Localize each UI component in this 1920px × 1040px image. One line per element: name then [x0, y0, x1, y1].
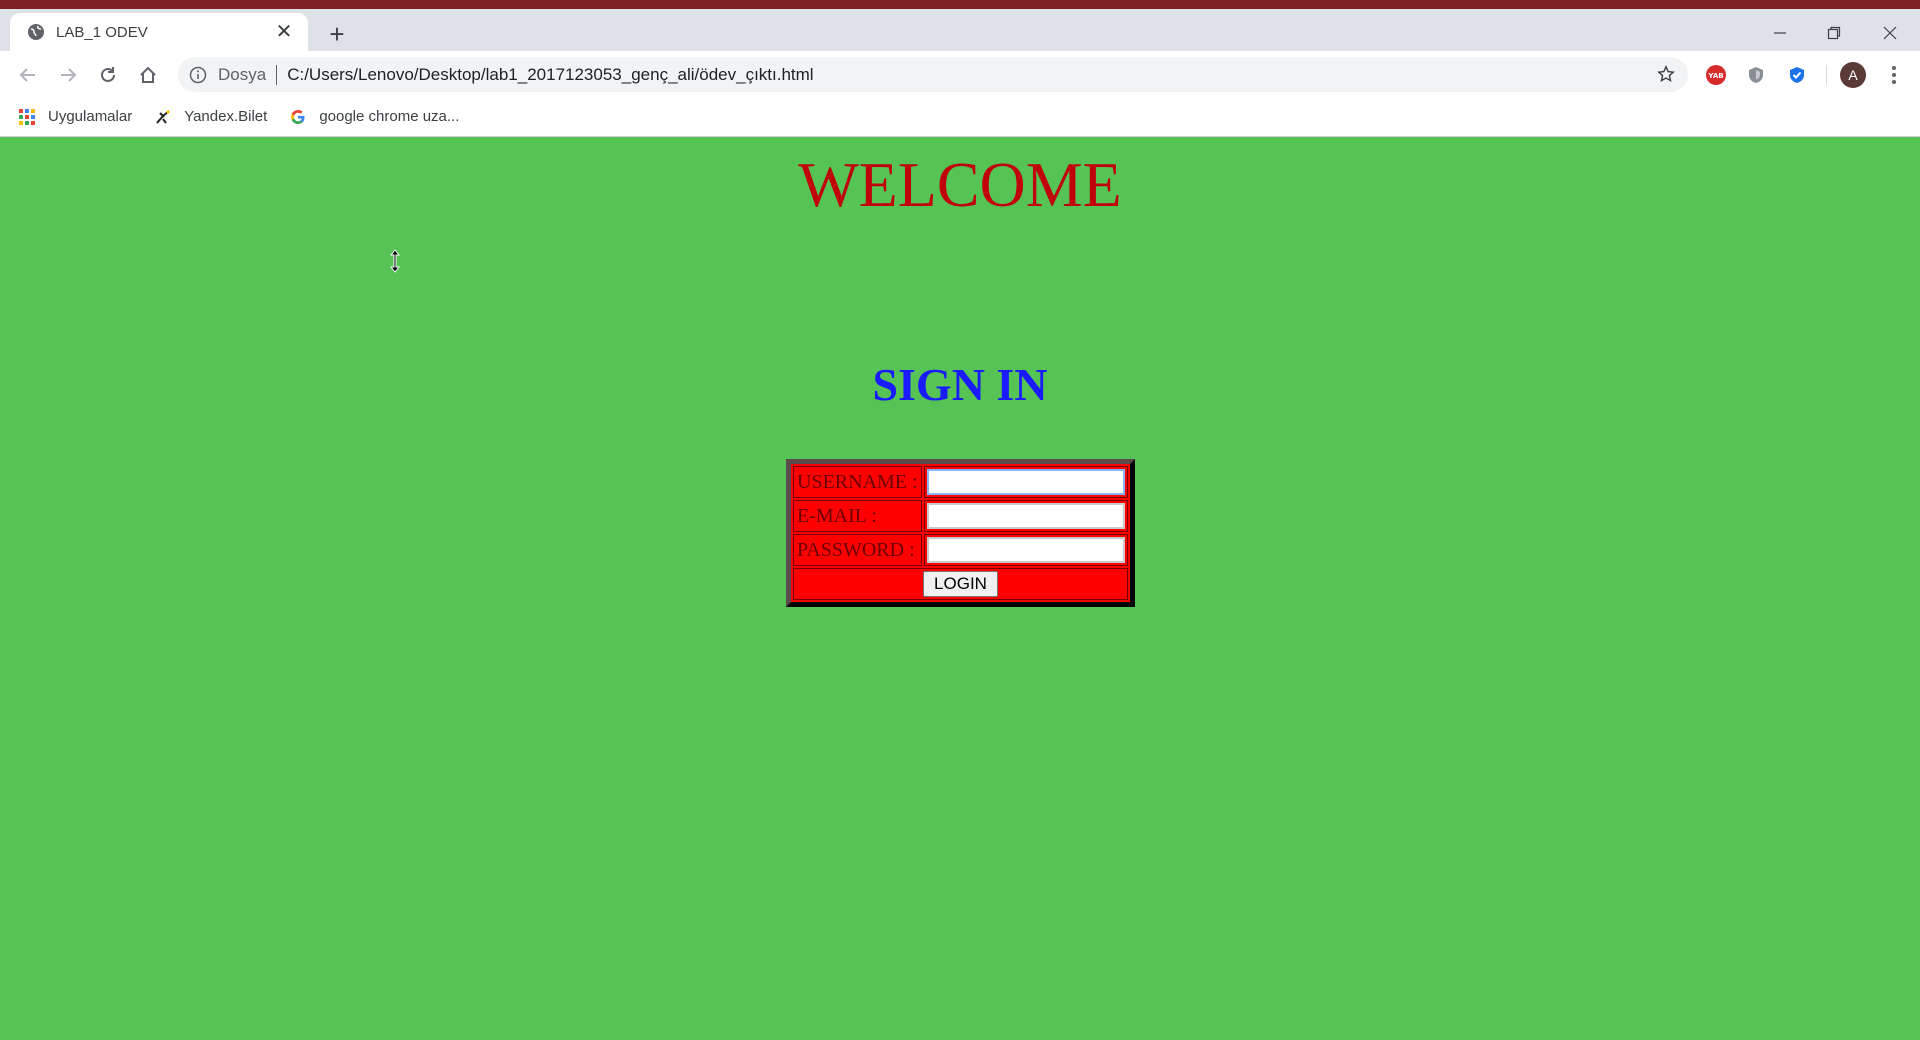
- address-bar[interactable]: Dosya C:/Users/Lenovo/Desktop/lab1_20171…: [178, 57, 1688, 92]
- profile-avatar[interactable]: A: [1839, 61, 1867, 89]
- bookmark-google-chrome[interactable]: google chrome uza...: [289, 108, 459, 126]
- back-button[interactable]: [14, 61, 42, 89]
- login-form: USERNAME : E-MAIL : PASSWORD : LOGIN: [786, 459, 1135, 607]
- form-row-email: E-MAIL :: [792, 499, 1129, 533]
- bookmark-yandex-bilet[interactable]: Yandex.Bilet: [154, 108, 267, 126]
- form-row-password: PASSWORD :: [792, 533, 1129, 567]
- bookmark-star-icon[interactable]: [1656, 64, 1676, 84]
- page-viewport: WELCOME SIGN IN USERNAME : E-MAIL : PASS…: [0, 138, 1920, 1040]
- scheme-label: Dosya: [218, 64, 267, 84]
- restore-button[interactable]: [1806, 19, 1862, 47]
- email-cell: [924, 500, 1128, 532]
- url-text[interactable]: C:/Users/Lenovo/Desktop/lab1_2017123053_…: [287, 65, 813, 85]
- form-row-username: USERNAME :: [792, 465, 1129, 499]
- forward-button[interactable]: [54, 61, 82, 89]
- minimize-icon: [1774, 32, 1786, 34]
- tab-close-icon[interactable]: ✕: [274, 22, 294, 42]
- bookmarks-bar: Uygulamalar Yandex.Bilet google chrome u…: [0, 97, 1920, 137]
- password-label: PASSWORD :: [793, 534, 922, 566]
- svg-text:YAB: YAB: [1707, 72, 1723, 80]
- info-icon[interactable]: [188, 65, 208, 85]
- globe-icon: [26, 22, 46, 42]
- minimize-button[interactable]: [1752, 19, 1808, 47]
- username-input[interactable]: [927, 469, 1125, 495]
- browser-toolbar: Dosya C:/Users/Lenovo/Desktop/lab1_20171…: [0, 51, 1920, 97]
- close-icon: [1883, 26, 1897, 40]
- toolbar-divider: [1826, 65, 1827, 85]
- username-cell: [924, 466, 1128, 498]
- reload-button[interactable]: [94, 61, 122, 89]
- email-label: E-MAIL :: [793, 500, 922, 532]
- home-icon: [140, 66, 156, 83]
- arrow-left-icon: [19, 68, 35, 82]
- menu-kebab-icon[interactable]: [1880, 61, 1908, 89]
- adblock-shield-icon[interactable]: [1783, 61, 1811, 89]
- close-window-button[interactable]: [1862, 19, 1918, 47]
- resize-cursor-icon: [389, 249, 401, 273]
- bookmark-apps[interactable]: Uygulamalar: [18, 108, 132, 126]
- username-label: USERNAME :: [793, 466, 922, 498]
- password-input[interactable]: [927, 537, 1125, 563]
- window-frame-strip: [0, 0, 1920, 9]
- address-separator: [276, 64, 278, 85]
- reload-icon: [101, 67, 115, 82]
- profile-initial: A: [1840, 62, 1866, 88]
- apps-grid-icon: [18, 108, 36, 126]
- new-tab-button[interactable]: +: [322, 21, 352, 47]
- home-button[interactable]: [134, 61, 162, 89]
- email-input[interactable]: [927, 503, 1125, 529]
- arrow-right-icon: [61, 68, 77, 82]
- shield-extension-icon[interactable]: [1742, 61, 1770, 89]
- google-g-icon: [289, 108, 307, 126]
- bookmark-label: Uygulamalar: [48, 108, 133, 125]
- signin-heading: SIGN IN: [872, 359, 1048, 410]
- restore-icon: [1827, 26, 1841, 40]
- yandex-extension-icon[interactable]: YAB: [1702, 61, 1730, 89]
- submit-cell: LOGIN: [793, 568, 1128, 600]
- yandex-bilet-icon: [154, 108, 172, 126]
- login-button[interactable]: LOGIN: [923, 571, 998, 597]
- password-cell: [924, 534, 1128, 566]
- welcome-heading: WELCOME: [798, 149, 1122, 220]
- bookmark-label: google chrome uza...: [319, 108, 460, 125]
- form-row-submit: LOGIN: [792, 567, 1129, 601]
- bookmark-label: Yandex.Bilet: [184, 108, 268, 125]
- tab-strip: LAB_1 ODEV ✕ +: [0, 9, 1920, 51]
- tab-title: LAB_1 ODEV: [56, 23, 148, 41]
- tab-lab1-odev[interactable]: LAB_1 ODEV ✕: [10, 13, 308, 51]
